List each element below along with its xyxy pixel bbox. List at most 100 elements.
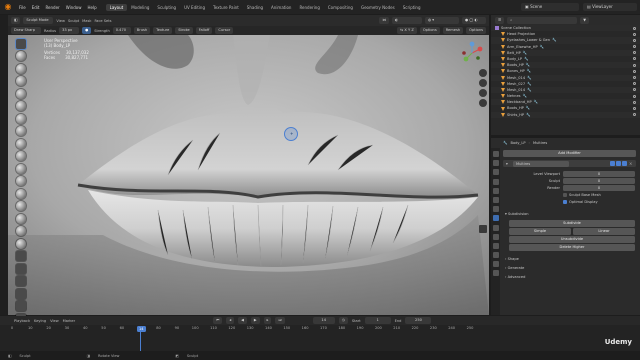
output-tab-icon[interactable] [492, 169, 499, 176]
modifier-name-field[interactable]: Multires [513, 160, 569, 167]
optimal-display-checkbox[interactable] [563, 200, 567, 204]
3d-viewport[interactable]: + User Perspective (13) Body_LP Vertices… [8, 35, 489, 315]
visibility-eye-icon[interactable] [633, 51, 636, 55]
constraints-tab-icon[interactable] [492, 242, 499, 249]
sidebar-toggle-icon[interactable] [479, 225, 487, 233]
unsubdivide-button[interactable]: Unsubdivide [509, 236, 635, 243]
workspace-tab-layout[interactable]: Layout [105, 3, 128, 11]
timeline-view-menu[interactable]: View [50, 319, 59, 323]
play-icon[interactable]: ▶ [250, 317, 260, 324]
brush-menu[interactable]: Brush [133, 27, 151, 34]
visibility-eye-icon[interactable] [633, 69, 636, 73]
texture-tab-icon[interactable] [492, 270, 499, 277]
object-tab-icon[interactable] [492, 206, 499, 213]
visibility-eye-icon[interactable] [633, 63, 636, 67]
step-forward-icon[interactable]: ▸ [263, 317, 272, 324]
workspace-tab-scripting[interactable]: Scripting [399, 4, 425, 11]
workspace-tab-sculpting[interactable]: Sculpting [153, 4, 180, 11]
physics-tab-icon[interactable] [492, 233, 499, 240]
flatten-brush-icon[interactable] [16, 163, 26, 174]
view-layer-tab-icon[interactable] [492, 178, 499, 185]
remesh-menu[interactable]: Remesh [442, 27, 464, 34]
texture-menu[interactable]: Texture [153, 27, 173, 34]
workspace-tab-compositing[interactable]: Compositing [324, 4, 357, 11]
workspace-tab-texture-paint[interactable]: Texture Paint [209, 4, 243, 11]
menu-edit[interactable]: Edit [29, 5, 43, 10]
menu-view[interactable]: View [56, 19, 65, 23]
show-render-icon[interactable] [622, 161, 627, 166]
particles-tab-icon[interactable] [492, 224, 499, 231]
navigation-gizmo-icon[interactable] [460, 41, 484, 65]
world-tab-icon[interactable] [492, 196, 499, 203]
collapse-chevron-icon[interactable]: ▾ [506, 162, 508, 166]
visibility-eye-icon[interactable] [633, 26, 636, 30]
visibility-eye-icon[interactable] [633, 106, 636, 110]
play-reverse-icon[interactable]: ◀ [238, 317, 247, 324]
show-viewport-icon[interactable] [616, 161, 621, 166]
workspace-tab-geometry-nodes[interactable]: Geometry Nodes [357, 4, 399, 11]
modifier-close-icon[interactable]: × [629, 161, 634, 166]
visibility-eye-icon[interactable] [633, 38, 636, 42]
modifier-tab-icon[interactable] [492, 215, 499, 222]
visibility-eye-icon[interactable] [633, 82, 636, 86]
falloff-menu[interactable]: Falloff [195, 27, 213, 34]
visibility-eye-icon[interactable] [633, 113, 636, 117]
camera-view-icon[interactable] [479, 89, 487, 97]
material-tab-icon[interactable] [492, 261, 499, 268]
clay-strips-brush-icon[interactable] [16, 76, 26, 86]
sculpt-base-mesh-checkbox[interactable] [563, 193, 567, 197]
stroke-menu[interactable]: Stroke [175, 27, 193, 34]
render-level-field[interactable]: 0 [563, 185, 635, 191]
strength-pressure-icon[interactable]: ● [82, 27, 92, 34]
zoom-icon[interactable] [479, 69, 487, 77]
workspace-tab-uv-editing[interactable]: UV Editing [180, 4, 209, 11]
timeline-area[interactable]: 0102030405060708090100110120130140150160… [0, 325, 640, 351]
generate-section-header[interactable]: › Generate [505, 266, 524, 270]
menu-help[interactable]: Help [84, 5, 99, 10]
menu-sculpt[interactable]: Sculpt [68, 19, 79, 23]
preview-range-icon[interactable]: ◷ [338, 317, 348, 324]
brush-selector[interactable]: ◐ [392, 17, 422, 24]
outliner-row[interactable]: Shirts_HP 🔧 [491, 111, 640, 118]
subdivision-section-header[interactable]: ▾ Subdivision [505, 212, 529, 216]
viewlayer-selector[interactable]: ▤ ViewLayer [583, 3, 637, 11]
shading-selector[interactable]: ● ◯ ◐ [462, 17, 486, 24]
jump-end-icon[interactable]: ⏭ [275, 317, 285, 324]
overlay-selector[interactable]: ◍ ▾ [425, 17, 459, 24]
visibility-eye-icon[interactable] [633, 94, 636, 98]
blender-logo-icon[interactable]: ◉ [3, 2, 13, 12]
workspace-tab-shading[interactable]: Shading [243, 4, 267, 11]
render-tab-icon[interactable] [492, 160, 499, 167]
pan-hand-icon[interactable] [479, 79, 487, 87]
menu-render[interactable]: Render [42, 5, 62, 10]
box-trim-icon[interactable] [16, 301, 26, 311]
visibility-eye-icon[interactable] [633, 100, 636, 104]
draw-sharp-brush-icon[interactable] [16, 51, 26, 61]
inflate-brush-icon[interactable] [16, 113, 26, 124]
outliner-filter-icon[interactable]: ▼ [580, 16, 589, 24]
playhead-marker[interactable]: 14 [137, 326, 146, 332]
simple-button[interactable]: Simple [509, 228, 571, 235]
keying-menu[interactable]: Keying [34, 319, 46, 323]
blob-brush-icon[interactable] [16, 126, 26, 136]
tool-tab-icon[interactable] [492, 151, 499, 157]
visibility-eye-icon[interactable] [633, 76, 636, 79]
fill-brush-icon[interactable] [16, 176, 26, 186]
advanced-section-header[interactable]: › Advanced [505, 275, 525, 279]
options-menu[interactable]: Options [419, 27, 440, 34]
options-dropdown[interactable]: Options [466, 27, 486, 34]
menu-file[interactable]: File [16, 5, 29, 10]
symmetry-xyz[interactable]: ⇆ X Y Z [397, 27, 417, 34]
workspace-tab-modeling[interactable]: Modeling [127, 4, 153, 11]
crease-brush-icon[interactable] [16, 138, 26, 149]
cursor-menu[interactable]: Cursor [215, 27, 234, 34]
draw-brush-icon[interactable] [16, 38, 26, 49]
outliner-editor-icon[interactable]: ☰ [495, 16, 505, 24]
workspace-tab-rendering[interactable]: Rendering [295, 4, 323, 11]
layer-brush-icon[interactable] [16, 101, 26, 111]
current-frame-field[interactable]: 14 [312, 317, 335, 324]
data-tab-icon[interactable] [492, 252, 499, 259]
clay-thumb-brush-icon[interactable] [16, 88, 26, 99]
box-hide-icon[interactable] [16, 276, 26, 286]
scrape-brush-icon[interactable] [16, 188, 26, 199]
